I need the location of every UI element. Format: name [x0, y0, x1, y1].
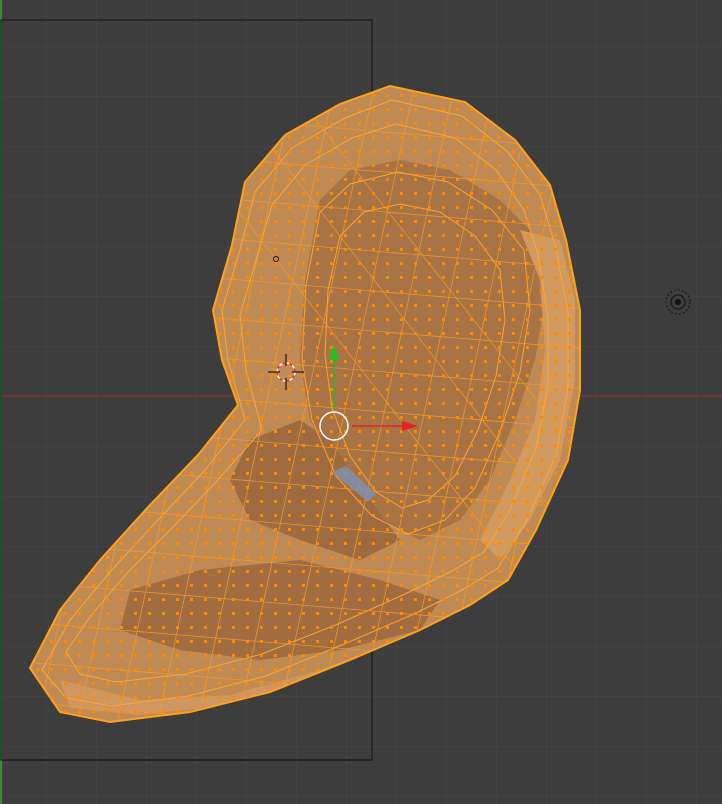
3d-viewport[interactable] — [0, 0, 722, 804]
viewport-canvas[interactable] — [0, 0, 722, 804]
